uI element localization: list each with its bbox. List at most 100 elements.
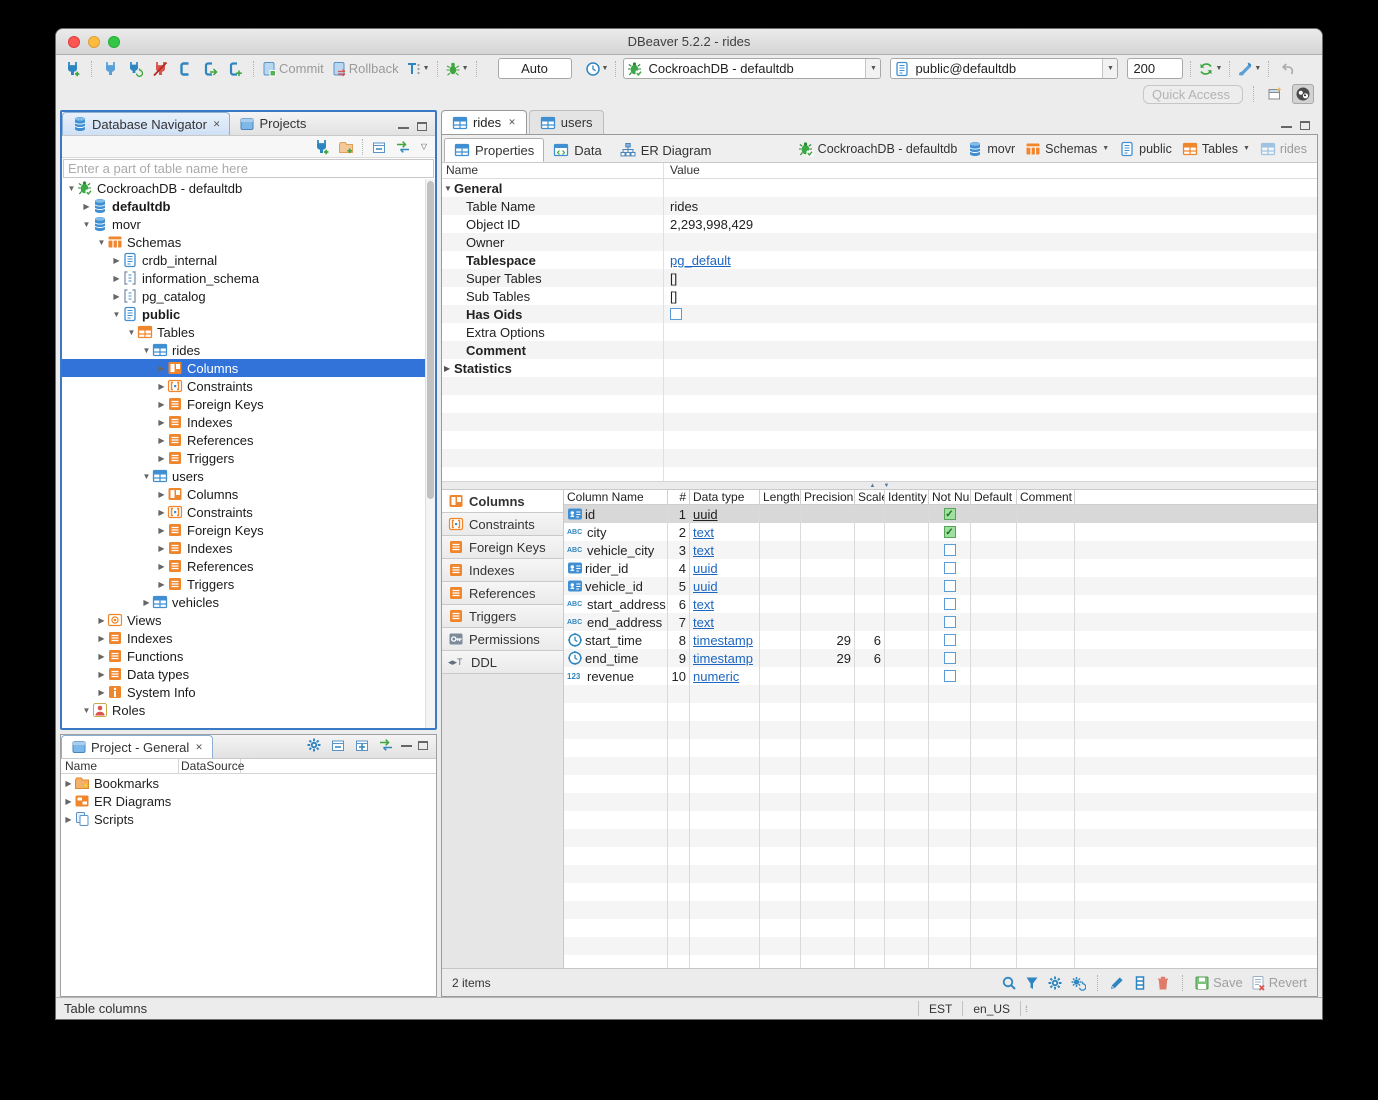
- close-icon[interactable]: ✕: [508, 117, 516, 128]
- collapse-arrow-icon[interactable]: ▼: [126, 328, 137, 337]
- collapse-arrow-icon[interactable]: ▼: [66, 184, 77, 193]
- project-item-scripts[interactable]: ▶Scripts: [61, 810, 436, 828]
- column-header-identity[interactable]: Identity: [885, 490, 929, 504]
- breadcrumb-tables[interactable]: Tables▼: [1182, 141, 1250, 157]
- property-row-owner[interactable]: Owner: [442, 233, 1317, 251]
- name-column-header[interactable]: Name: [61, 759, 179, 773]
- tree-item-defaultdb[interactable]: ▶defaultdb: [62, 197, 435, 215]
- not-null-checkbox[interactable]: [944, 634, 956, 646]
- expand-arrow-icon[interactable]: ▶: [156, 400, 167, 409]
- not-null-checkbox[interactable]: [944, 580, 956, 592]
- property-row-has-oids[interactable]: Has Oids: [442, 305, 1317, 323]
- column-row-end_address[interactable]: ABCend_address7text: [564, 613, 1317, 631]
- columns-view-icon[interactable]: [1132, 975, 1148, 991]
- expand-arrow-icon[interactable]: ▶: [156, 382, 167, 391]
- tree-item-rides[interactable]: ▼rides: [62, 341, 435, 359]
- data-type-link[interactable]: numeric: [693, 669, 739, 684]
- format-button[interactable]: ▼: [1237, 59, 1261, 79]
- column-row-city[interactable]: ABCcity2text✓: [564, 523, 1317, 541]
- detail-tab-indexes[interactable]: Indexes: [442, 559, 563, 582]
- tree-item-tables[interactable]: ▼Tables: [62, 323, 435, 341]
- expand-arrow-icon[interactable]: ▶: [96, 616, 107, 625]
- open-sql-script-button[interactable]: [199, 59, 221, 79]
- expand-arrow-icon[interactable]: ▶: [96, 688, 107, 697]
- tree-item-views[interactable]: ▶Views: [62, 611, 435, 629]
- detail-tab-ddl[interactable]: ◂▸TDDL: [442, 651, 563, 674]
- datasource-column-header[interactable]: DataSource: [179, 759, 241, 773]
- not-null-checkbox[interactable]: [944, 598, 956, 610]
- tree-scrollbar[interactable]: [425, 179, 435, 728]
- tree-item-indexes[interactable]: ▶Indexes: [62, 413, 435, 431]
- sql-editor-button[interactable]: [174, 59, 196, 79]
- detail-tab-columns[interactable]: Columns: [442, 490, 563, 513]
- debug-button[interactable]: ▼: [445, 59, 469, 79]
- property-row-statistics[interactable]: ▶Statistics: [442, 359, 1317, 377]
- data-type-link[interactable]: text: [693, 543, 714, 558]
- splitter-up-icon[interactable]: ▲: [870, 483, 876, 489]
- collapse-arrow-icon[interactable]: ▼: [81, 706, 92, 715]
- tree-item-indexes[interactable]: ▶Indexes: [62, 539, 435, 557]
- schema-combo[interactable]: public@defaultdb ▼: [890, 58, 1118, 79]
- expand-arrow-icon[interactable]: ▶: [96, 634, 107, 643]
- data-type-link[interactable]: text: [693, 597, 714, 612]
- tree-item-columns[interactable]: ▶Columns: [62, 359, 435, 377]
- dbeaver-perspective-button[interactable]: [1292, 84, 1314, 104]
- not-null-checkbox[interactable]: [944, 652, 956, 664]
- chevron-down-icon[interactable]: ▼: [1243, 145, 1250, 152]
- property-value-link[interactable]: pg_default: [670, 253, 731, 268]
- minimize-view-button[interactable]: [398, 125, 409, 129]
- refresh-settings-icon[interactable]: [1070, 975, 1086, 991]
- tab-projects[interactable]: Projects: [230, 112, 315, 135]
- commit-mode-combo[interactable]: Auto: [498, 58, 572, 79]
- nav-new-folder-button[interactable]: [336, 138, 356, 156]
- collapse-arrow-icon[interactable]: ▼: [141, 472, 152, 481]
- column-row-rider_id[interactable]: rider_id4uuid: [564, 559, 1317, 577]
- project-item-er-diagrams[interactable]: ▶ER Diagrams: [61, 792, 436, 810]
- name-header[interactable]: Name: [442, 163, 664, 178]
- not-null-checkbox[interactable]: [944, 670, 956, 682]
- tree-item-vehicles[interactable]: ▶vehicles: [62, 593, 435, 611]
- tree-item-schemas[interactable]: ▼Schemas: [62, 233, 435, 251]
- project-link-button[interactable]: [377, 736, 395, 754]
- breadcrumb-schemas[interactable]: Schemas▼: [1025, 141, 1109, 157]
- property-row-super-tables[interactable]: Super Tables[]: [442, 269, 1317, 287]
- settings-icon[interactable]: [1047, 975, 1063, 991]
- connection-combo[interactable]: CockroachDB - defaultdb ▼: [623, 58, 881, 79]
- column-header-not-null[interactable]: Not Null: [929, 490, 971, 504]
- value-header[interactable]: Value: [664, 163, 700, 178]
- quick-access-field[interactable]: Quick Access: [1143, 85, 1243, 104]
- property-row-general[interactable]: ▼General: [442, 179, 1317, 197]
- project-settings-button[interactable]: [305, 736, 323, 754]
- splitter-handle[interactable]: ▲ ▼: [442, 481, 1317, 490]
- project-item-bookmarks[interactable]: ▶Bookmarks: [61, 774, 436, 792]
- sync-button[interactable]: ▼: [1198, 59, 1222, 79]
- tree-item-pg-catalog[interactable]: ▶pg_catalog: [62, 287, 435, 305]
- tree-item-system-info[interactable]: ▶System Info: [62, 683, 435, 701]
- minimize-editor-button[interactable]: [1281, 124, 1292, 128]
- expand-arrow-icon[interactable]: ▶: [141, 598, 152, 607]
- tree-item-roles[interactable]: ▼Roles: [62, 701, 435, 719]
- tab-er-diagram[interactable]: ER Diagram: [611, 138, 721, 162]
- column-header-comment[interactable]: Comment: [1017, 490, 1075, 504]
- tree-item-information-schema[interactable]: ▶information_schema: [62, 269, 435, 287]
- column-header-precision[interactable]: Precision: [801, 490, 855, 504]
- delete-icon[interactable]: [1155, 975, 1171, 991]
- connect-button[interactable]: [99, 59, 121, 79]
- project-collapse-button[interactable]: [329, 736, 347, 754]
- tree-item-movr[interactable]: ▼movr: [62, 215, 435, 233]
- expand-arrow-icon[interactable]: ▶: [96, 670, 107, 679]
- data-type-link[interactable]: uuid: [693, 579, 718, 594]
- column-row-start_time[interactable]: start_time8timestamp296: [564, 631, 1317, 649]
- tree-item-cockroachdb-defaultdb[interactable]: ▼CockroachDB - defaultdb: [62, 179, 435, 197]
- collapse-arrow-icon[interactable]: ▼: [81, 220, 92, 229]
- expand-arrow-icon[interactable]: ▶: [111, 256, 122, 265]
- minimize-view-button[interactable]: [401, 743, 412, 747]
- tree-item-crdb-internal[interactable]: ▶crdb_internal: [62, 251, 435, 269]
- expand-arrow-icon[interactable]: ▶: [111, 274, 122, 283]
- close-icon[interactable]: ✕: [195, 742, 203, 753]
- detail-tab-constraints[interactable]: Constraints: [442, 513, 563, 536]
- revert-button[interactable]: Revert: [1250, 975, 1307, 991]
- column-row-revenue[interactable]: 123revenue10numeric: [564, 667, 1317, 685]
- tree-item-triggers[interactable]: ▶Triggers: [62, 449, 435, 467]
- tree-item-references[interactable]: ▶References: [62, 557, 435, 575]
